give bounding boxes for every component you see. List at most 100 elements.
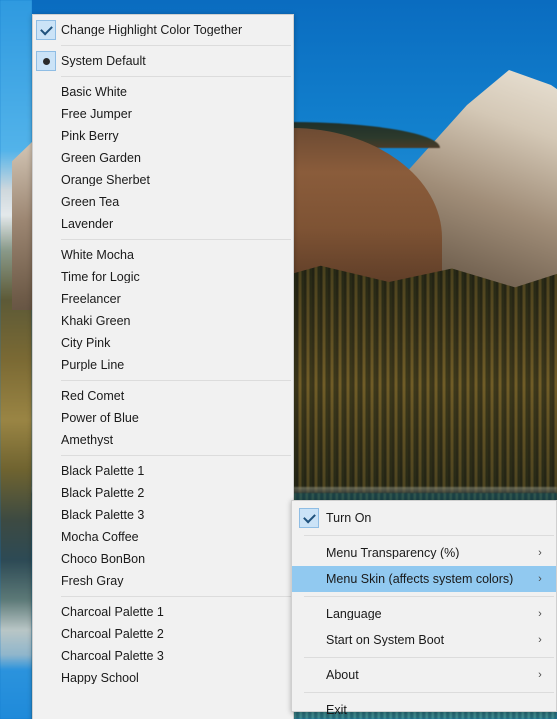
menu-separator xyxy=(61,455,291,456)
menu-item-label: Mocha Coffee xyxy=(61,530,139,544)
menu-item-language[interactable]: Language › xyxy=(292,601,556,627)
menu-separator xyxy=(304,657,554,658)
menu-item-gutter xyxy=(292,601,326,627)
menu-item-orange-sherbet[interactable]: Orange Sherbet xyxy=(33,169,293,191)
menu-item-black-palette-3[interactable]: Black Palette 3 xyxy=(33,504,293,526)
menu-item-gutter xyxy=(33,50,59,72)
menu-separator xyxy=(61,380,291,381)
menu-item-gutter xyxy=(33,103,59,125)
menu-item-mocha-coffee[interactable]: Mocha Coffee xyxy=(33,526,293,548)
menu-item-gutter xyxy=(33,667,59,689)
radio-dot-glyph xyxy=(42,57,50,65)
check-glyph xyxy=(302,510,316,523)
menu-item-gutter xyxy=(292,566,326,592)
chevron-right-icon: › xyxy=(538,572,542,585)
check-glyph xyxy=(39,22,53,35)
menu-item-system-default[interactable]: System Default xyxy=(33,50,293,72)
menu-separator xyxy=(61,45,291,46)
menu-item-basic-white[interactable]: Basic White xyxy=(33,81,293,103)
menu-item-white-mocha[interactable]: White Mocha xyxy=(33,244,293,266)
menu-item-label: Lavender xyxy=(61,217,114,231)
menu-item-label: Charcoal Palette 3 xyxy=(61,649,164,663)
menu-item-black-palette-2[interactable]: Black Palette 2 xyxy=(33,482,293,504)
menu-item-gutter xyxy=(292,627,326,653)
menu-item-city-pink[interactable]: City Pink xyxy=(33,332,293,354)
wallpaper-left-strip xyxy=(0,0,32,719)
menu-item-gutter xyxy=(33,504,59,526)
menu-item-label: Free Jumper xyxy=(61,107,132,121)
menu-separator xyxy=(304,596,554,597)
menu-item-label: Exit xyxy=(326,703,347,717)
menu-item-power-of-blue[interactable]: Power of Blue xyxy=(33,407,293,429)
menu-item-label: Basic White xyxy=(61,85,127,99)
menu-item-start-on-system-boot[interactable]: Start on System Boot › xyxy=(292,627,556,653)
menu-item-gutter xyxy=(33,169,59,191)
menu-item-charcoal-palette-1[interactable]: Charcoal Palette 1 xyxy=(33,601,293,623)
menu-item-gutter xyxy=(33,19,59,41)
menu-item-label: Red Comet xyxy=(61,389,125,403)
menu-item-change-highlight-color-together[interactable]: Change Highlight Color Together xyxy=(33,19,293,41)
menu-item-label: White Mocha xyxy=(61,248,134,262)
menu-separator xyxy=(61,76,291,77)
menu-item-label: Fresh Gray xyxy=(61,574,124,588)
menu-item-gutter xyxy=(33,482,59,504)
menu-skin-submenu[interactable]: Change Highlight Color Together System De… xyxy=(32,14,294,719)
menu-item-label: Khaki Green xyxy=(61,314,131,328)
chevron-right-icon: › xyxy=(538,546,542,559)
menu-item-menu-transparency[interactable]: Menu Transparency (%) › xyxy=(292,540,556,566)
tray-context-menu[interactable]: Turn On Menu Transparency (%) › Menu Skin (… xyxy=(291,500,557,716)
menu-item-menu-skin-affects-system-colors[interactable]: Menu Skin (affects system colors) › xyxy=(292,566,556,592)
menu-item-label: Menu Transparency (%) xyxy=(326,546,460,560)
menu-item-gutter xyxy=(292,505,326,531)
menu-item-exit[interactable]: Exit xyxy=(292,697,556,719)
menu-item-label: Charcoal Palette 1 xyxy=(61,605,164,619)
menu-item-gutter xyxy=(33,213,59,235)
menu-item-free-jumper[interactable]: Free Jumper xyxy=(33,103,293,125)
menu-item-label: Power of Blue xyxy=(61,411,139,425)
check-icon xyxy=(36,20,56,40)
menu-item-label: Turn On xyxy=(326,511,372,525)
menu-item-amethyst[interactable]: Amethyst xyxy=(33,429,293,451)
menu-item-charcoal-palette-2[interactable]: Charcoal Palette 2 xyxy=(33,623,293,645)
menu-item-lavender[interactable]: Lavender xyxy=(33,213,293,235)
menu-item-khaki-green[interactable]: Khaki Green xyxy=(33,310,293,332)
chevron-right-icon: › xyxy=(538,607,542,620)
menu-separator xyxy=(61,596,291,597)
desktop-screen: Change Highlight Color Together System De… xyxy=(0,0,557,719)
menu-item-label: City Pink xyxy=(61,336,111,350)
menu-item-black-palette-1[interactable]: Black Palette 1 xyxy=(33,460,293,482)
menu-item-gutter xyxy=(33,244,59,266)
menu-item-gutter xyxy=(33,288,59,310)
menu-item-turn-on[interactable]: Turn On xyxy=(292,505,556,531)
menu-item-freelancer[interactable]: Freelancer xyxy=(33,288,293,310)
menu-item-red-comet[interactable]: Red Comet xyxy=(33,385,293,407)
menu-item-gutter xyxy=(33,147,59,169)
menu-item-about[interactable]: About › xyxy=(292,662,556,688)
menu-item-gutter xyxy=(292,540,326,566)
menu-item-gutter xyxy=(292,662,326,688)
menu-item-gutter xyxy=(33,332,59,354)
menu-item-gutter xyxy=(33,526,59,548)
menu-item-time-for-logic[interactable]: Time for Logic xyxy=(33,266,293,288)
menu-item-gutter xyxy=(33,191,59,213)
menu-item-label: Orange Sherbet xyxy=(61,173,150,187)
menu-item-purple-line[interactable]: Purple Line xyxy=(33,354,293,376)
menu-item-charcoal-palette-3[interactable]: Charcoal Palette 3 xyxy=(33,645,293,667)
menu-item-fresh-gray[interactable]: Fresh Gray xyxy=(33,570,293,592)
menu-item-gutter xyxy=(33,354,59,376)
menu-item-gutter xyxy=(33,623,59,645)
menu-item-label: Amethyst xyxy=(61,433,114,447)
menu-item-gutter xyxy=(292,697,326,719)
menu-separator xyxy=(304,692,554,693)
chevron-right-icon: › xyxy=(538,633,542,646)
menu-item-pink-berry[interactable]: Pink Berry xyxy=(33,125,293,147)
menu-item-choco-bonbon[interactable]: Choco BonBon xyxy=(33,548,293,570)
menu-item-green-tea[interactable]: Green Tea xyxy=(33,191,293,213)
menu-item-gutter xyxy=(33,645,59,667)
menu-item-label: Black Palette 1 xyxy=(61,464,145,478)
menu-item-green-garden[interactable]: Green Garden xyxy=(33,147,293,169)
menu-item-gutter xyxy=(33,310,59,332)
menu-item-gutter xyxy=(33,407,59,429)
menu-item-gutter xyxy=(33,548,59,570)
menu-item-happy-school[interactable]: Happy School xyxy=(33,667,293,689)
